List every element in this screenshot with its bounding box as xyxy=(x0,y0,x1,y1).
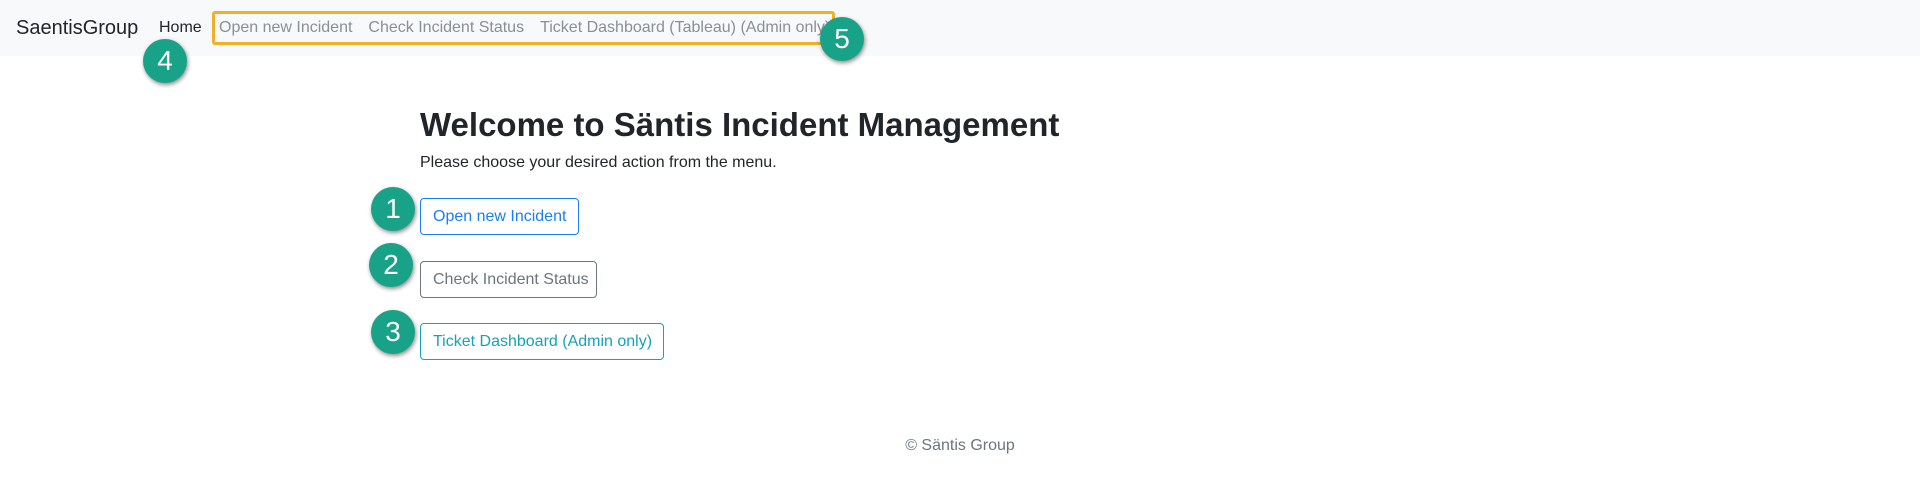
nav-check-status-link[interactable]: Check Incident Status xyxy=(368,17,524,39)
annotation-badge-2: 2 xyxy=(369,243,413,287)
brand-logo[interactable]: SaentisGroup xyxy=(16,14,138,42)
nav-open-incident-link[interactable]: Open new Incident xyxy=(219,17,352,39)
nav-home-link[interactable]: Home xyxy=(159,17,202,39)
annotation-badge-4: 4 xyxy=(143,39,187,83)
page-subtitle: Please choose your desired action from t… xyxy=(420,154,777,171)
nav-links-highlight: Open new Incident Check Incident Status … xyxy=(212,11,835,45)
page-title: Welcome to Säntis Incident Management xyxy=(420,106,1060,143)
check-status-button[interactable]: Check Incident Status xyxy=(420,261,597,298)
annotation-badge-5: 5 xyxy=(820,17,864,61)
footer-copyright: © Säntis Group xyxy=(905,437,1015,454)
nav-ticket-dashboard-link[interactable]: Ticket Dashboard (Tableau) (Admin only) xyxy=(540,17,830,39)
annotation-badge-1: 1 xyxy=(371,187,415,231)
annotation-badge-3: 3 xyxy=(371,310,415,354)
ticket-dashboard-button[interactable]: Ticket Dashboard (Admin only) xyxy=(420,323,664,360)
open-incident-button[interactable]: Open new Incident xyxy=(420,198,579,235)
navbar: SaentisGroup Home Open new Incident Chec… xyxy=(0,0,1920,56)
